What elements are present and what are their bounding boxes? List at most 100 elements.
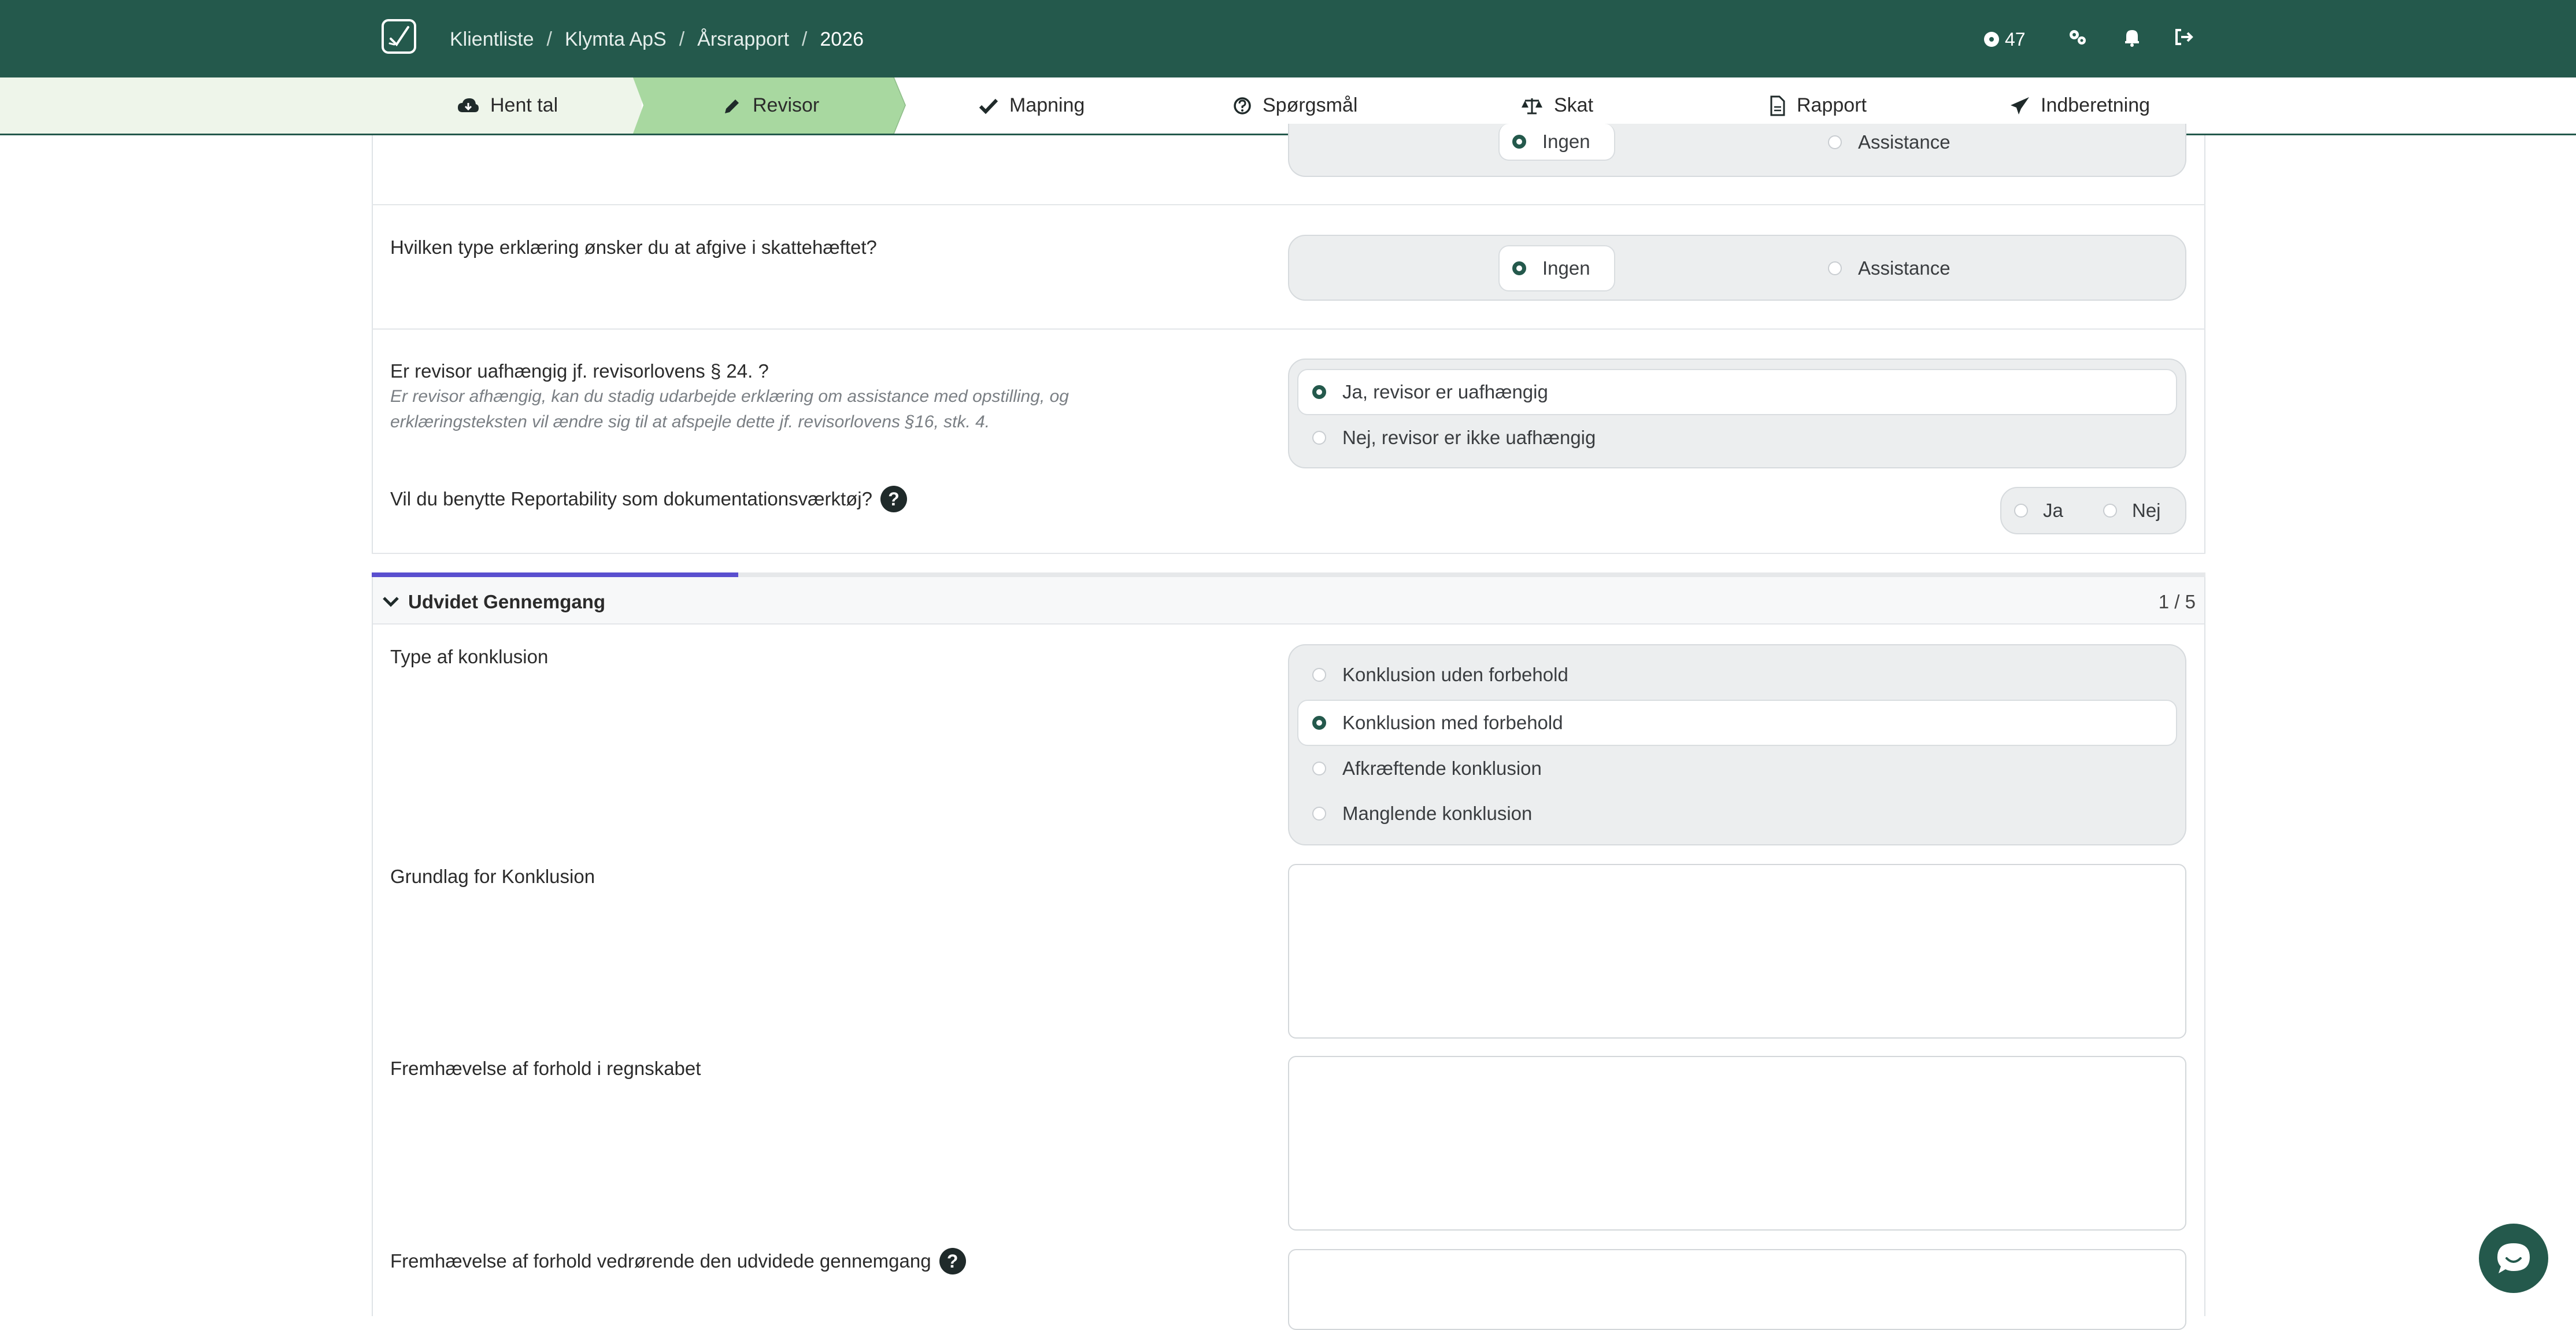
step-revisor[interactable]: Revisor xyxy=(723,77,819,134)
section-title: Udvidet Gennemgang xyxy=(408,591,606,612)
settings-icon[interactable] xyxy=(2066,25,2089,49)
field-label: Fremhævelse af forhold vedrørende den ud… xyxy=(390,1250,931,1272)
radio-unselected xyxy=(1828,261,1842,275)
question-help-text: Er revisor afhængig, kan du stadig udarb… xyxy=(390,384,1223,435)
breadcrumb-year: 2026 xyxy=(820,28,864,50)
option-ja[interactable]: Ja xyxy=(2014,488,2063,533)
option-label: Konklusion med forbehold xyxy=(1342,712,1563,733)
section-gap xyxy=(372,554,2205,572)
radio-selected xyxy=(1512,135,1526,149)
question-label: Er revisor uafhængig jf. revisorlovens §… xyxy=(390,360,769,382)
basis-for-conclusion-textarea[interactable] xyxy=(1288,864,2186,1039)
option-label: Konklusion uden forbehold xyxy=(1342,664,1568,685)
field-label: Type af konklusion xyxy=(390,646,549,667)
scale-icon xyxy=(1522,98,1542,114)
option-conclusion-qualified[interactable]: Konklusion med forbehold xyxy=(1297,700,2177,746)
option-label: Nej xyxy=(2132,500,2161,521)
radio-unselected xyxy=(2103,504,2117,518)
option-independent[interactable]: Ja, revisor er uafhængig xyxy=(1297,369,2177,415)
radio-selected xyxy=(1312,716,1326,730)
question-label: Vil du benytte Reportability som dokumen… xyxy=(390,488,872,509)
option-label: Assistance xyxy=(1858,131,1950,153)
help-line: Er revisor afhængig, kan du stadig udarb… xyxy=(390,387,1069,406)
breadcrumb-klientliste[interactable]: Klientliste xyxy=(450,28,534,51)
step-label: Revisor xyxy=(753,94,820,116)
row-divider xyxy=(372,204,2205,205)
option-assistance[interactable]: Assistance xyxy=(1828,124,1950,161)
bell-icon[interactable] xyxy=(2120,25,2144,49)
previous-question-options: Ingen Assistance xyxy=(1288,124,2186,177)
breadcrumb-report[interactable]: Årsrapport xyxy=(697,28,789,51)
step-label: Skat xyxy=(1554,94,1594,116)
step-label: Hent tal xyxy=(490,94,558,116)
option-nej[interactable]: Nej xyxy=(2103,488,2161,533)
radio-unselected xyxy=(1828,135,1842,149)
option-conclusion-disclaimer[interactable]: Manglende konklusion xyxy=(1297,791,2177,836)
option-not-independent[interactable]: Nej, revisor er ikke uafhængig xyxy=(1297,415,2177,460)
step-mapning[interactable]: Mapning xyxy=(978,77,1085,134)
check-icon xyxy=(979,98,998,114)
radio-unselected xyxy=(1312,762,1326,775)
option-ingen[interactable]: Ingen xyxy=(1498,245,1615,291)
field-label: Grundlag for Konklusion xyxy=(390,866,595,887)
independence-options: Ja, revisor er uafhængig Nej, revisor er… xyxy=(1288,359,2186,468)
tax-declaration-options: Ingen Assistance xyxy=(1288,235,2186,301)
option-label: Manglende konklusion xyxy=(1342,803,1533,824)
help-icon[interactable]: ? xyxy=(939,1248,966,1274)
option-conclusion-unqualified[interactable]: Konklusion uden forbehold xyxy=(1297,652,2177,697)
emphasis-review-textarea[interactable] xyxy=(1288,1249,2186,1330)
chevron-down-icon[interactable] xyxy=(382,594,400,608)
breadcrumb: Klientliste / Klymta ApS / Årsrapport / … xyxy=(450,25,864,53)
radio-selected xyxy=(1312,385,1326,399)
reportability-options: Ja Nej xyxy=(2000,487,2186,534)
document-icon xyxy=(1770,95,1785,116)
radio-unselected xyxy=(1312,807,1326,821)
breadcrumb-separator: / xyxy=(679,28,685,50)
step-label: Spørgsmål xyxy=(1263,94,1358,116)
question-label: Hvilken type erklæring ønsker du at afgi… xyxy=(390,237,877,258)
option-label: Ja, revisor er uafhængig xyxy=(1342,381,1548,402)
chat-widget-button[interactable] xyxy=(2479,1224,2548,1293)
option-assistance[interactable]: Assistance xyxy=(1828,245,1950,291)
option-ingen[interactable]: Ingen xyxy=(1498,124,1615,161)
logo-icon[interactable] xyxy=(382,19,416,54)
option-label: Ingen xyxy=(1542,131,1590,152)
step-hent-tal[interactable]: Hent tal xyxy=(457,77,558,134)
option-label: Nej, revisor er ikke uafhængig xyxy=(1342,427,1596,448)
radio-unselected xyxy=(1312,668,1326,682)
option-conclusion-adverse[interactable]: Afkræftende konklusion xyxy=(1297,746,2177,791)
send-icon xyxy=(2011,97,2029,114)
row-divider xyxy=(372,328,2205,330)
logout-icon[interactable] xyxy=(2172,25,2195,49)
cloud-download-icon xyxy=(458,98,479,112)
field-row-emphasis-review: Fremhævelse af forhold vedrørende den ud… xyxy=(390,1248,966,1274)
emphasis-accounts-textarea[interactable] xyxy=(1288,1056,2186,1231)
step-label: Indberetning xyxy=(2041,94,2151,116)
question-circle-icon xyxy=(1234,97,1251,114)
option-label: Afkræftende konklusion xyxy=(1342,758,1542,779)
breadcrumb-separator: / xyxy=(801,28,808,50)
radio-unselected xyxy=(1312,431,1326,445)
option-label: Ingen xyxy=(1542,257,1590,279)
section-count: 1 / 5 xyxy=(2158,591,2196,612)
step-label: Rapport xyxy=(1797,94,1867,116)
help-line: erklæringsteksten vil ændre sig til at a… xyxy=(390,412,990,431)
section-progress-fill xyxy=(372,572,739,577)
conclusion-type-options: Konklusion uden forbehold Konklusion med… xyxy=(1288,644,2186,845)
question-row-reportability: Vil du benytte Reportability som dokumen… xyxy=(390,486,907,512)
section-progress-bar xyxy=(372,572,2205,577)
option-label: Assistance xyxy=(1858,257,1950,279)
pencil-icon xyxy=(725,99,739,113)
radio-unselected xyxy=(2014,504,2028,518)
credits-icon xyxy=(1984,32,1999,47)
breadcrumb-client[interactable]: Klymta ApS xyxy=(565,28,667,51)
step-label: Mapning xyxy=(1009,94,1085,116)
section-header[interactable] xyxy=(373,574,2204,625)
chat-icon xyxy=(2497,1243,2530,1273)
credits-counter[interactable]: 47 xyxy=(1984,25,2026,53)
option-label: Ja xyxy=(2043,500,2063,521)
credits-value: 47 xyxy=(2005,28,2026,50)
top-navbar: Klientliste / Klymta ApS / Årsrapport / … xyxy=(0,0,2576,77)
radio-selected xyxy=(1512,261,1526,275)
help-icon[interactable]: ? xyxy=(880,486,907,512)
